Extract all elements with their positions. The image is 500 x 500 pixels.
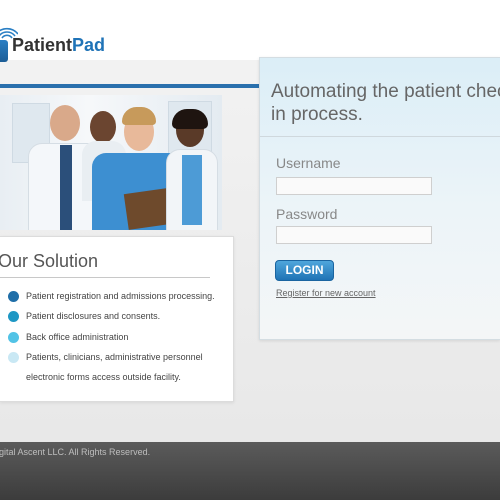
solution-title: Our Solution — [0, 251, 99, 271]
login-headline-line1: Automating the patient check — [271, 81, 500, 102]
register-link[interactable]: Register for new account — [276, 288, 376, 298]
solution-item: Patient registration and admissions proc… — [8, 289, 215, 303]
username-input[interactable] — [276, 177, 432, 195]
tablet-device-icon — [0, 40, 8, 62]
solution-item-label: Patient registration and admissions proc… — [26, 291, 215, 301]
medical-staff-photo — [0, 95, 222, 230]
solution-item: Patients, clinicians, administrative per… — [8, 350, 203, 364]
brand-name: PatientPad — [12, 35, 105, 56]
login-headline: Automating the patient check in process. — [271, 80, 500, 126]
bullet-dot-icon — [8, 290, 19, 302]
login-divider — [260, 136, 500, 137]
solution-item-label: Back office administration — [26, 332, 129, 342]
bullet-dot-icon — [8, 310, 19, 322]
solution-item-continuation: electronic forms access outside facility… — [26, 372, 181, 382]
login-headline-line2: in process. — [271, 104, 363, 125]
password-input[interactable] — [276, 226, 432, 244]
brand-name-part2: Pad — [72, 35, 106, 55]
login-button[interactable]: LOGIN — [275, 260, 334, 281]
username-label: Username — [276, 155, 341, 171]
footer-copyright: igital Ascent LLC. All Rights Reserved. — [0, 447, 151, 457]
solution-divider — [0, 277, 210, 278]
password-label: Password — [276, 206, 338, 222]
brand-name-part1: Patient — [12, 35, 73, 55]
solution-item: Patient disclosures and consents. — [8, 309, 160, 323]
header-divider — [0, 84, 260, 88]
footer: igital Ascent LLC. All Rights Reserved. — [0, 442, 500, 500]
bullet-dot-icon — [8, 351, 19, 363]
solution-item-label: Patients, clinicians, administrative per… — [26, 352, 203, 362]
login-panel: Automating the patient check in process.… — [259, 57, 500, 340]
solution-item-label: Patient disclosures and consents. — [26, 311, 161, 321]
bullet-dot-icon — [8, 331, 19, 343]
solution-item: Back office administration — [8, 330, 128, 344]
